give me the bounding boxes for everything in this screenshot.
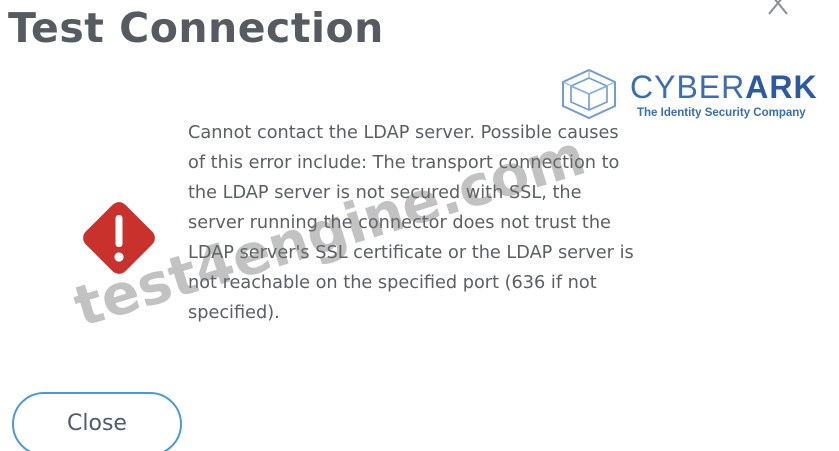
warning-diamond-icon <box>76 195 162 281</box>
cyberark-logo: CYBERARK The Identity Security Company <box>560 66 839 124</box>
cyberark-logo-icon <box>560 68 618 120</box>
brand-name: CYBERARK <box>630 70 818 104</box>
close-icon[interactable] <box>763 0 793 20</box>
dialog-title: Test Connection <box>8 4 384 52</box>
brand-name-light: CYBER <box>630 69 746 105</box>
close-button-label: Close <box>67 411 127 436</box>
dialog-header: Test Connection <box>0 0 839 62</box>
brand-name-bold: ARK <box>745 69 818 105</box>
test-connection-dialog: Test Connection CYBERARK The Identity Se… <box>0 0 839 451</box>
error-message: Cannot contact the LDAP server. Possible… <box>188 123 634 323</box>
close-button[interactable]: Close <box>12 392 182 451</box>
